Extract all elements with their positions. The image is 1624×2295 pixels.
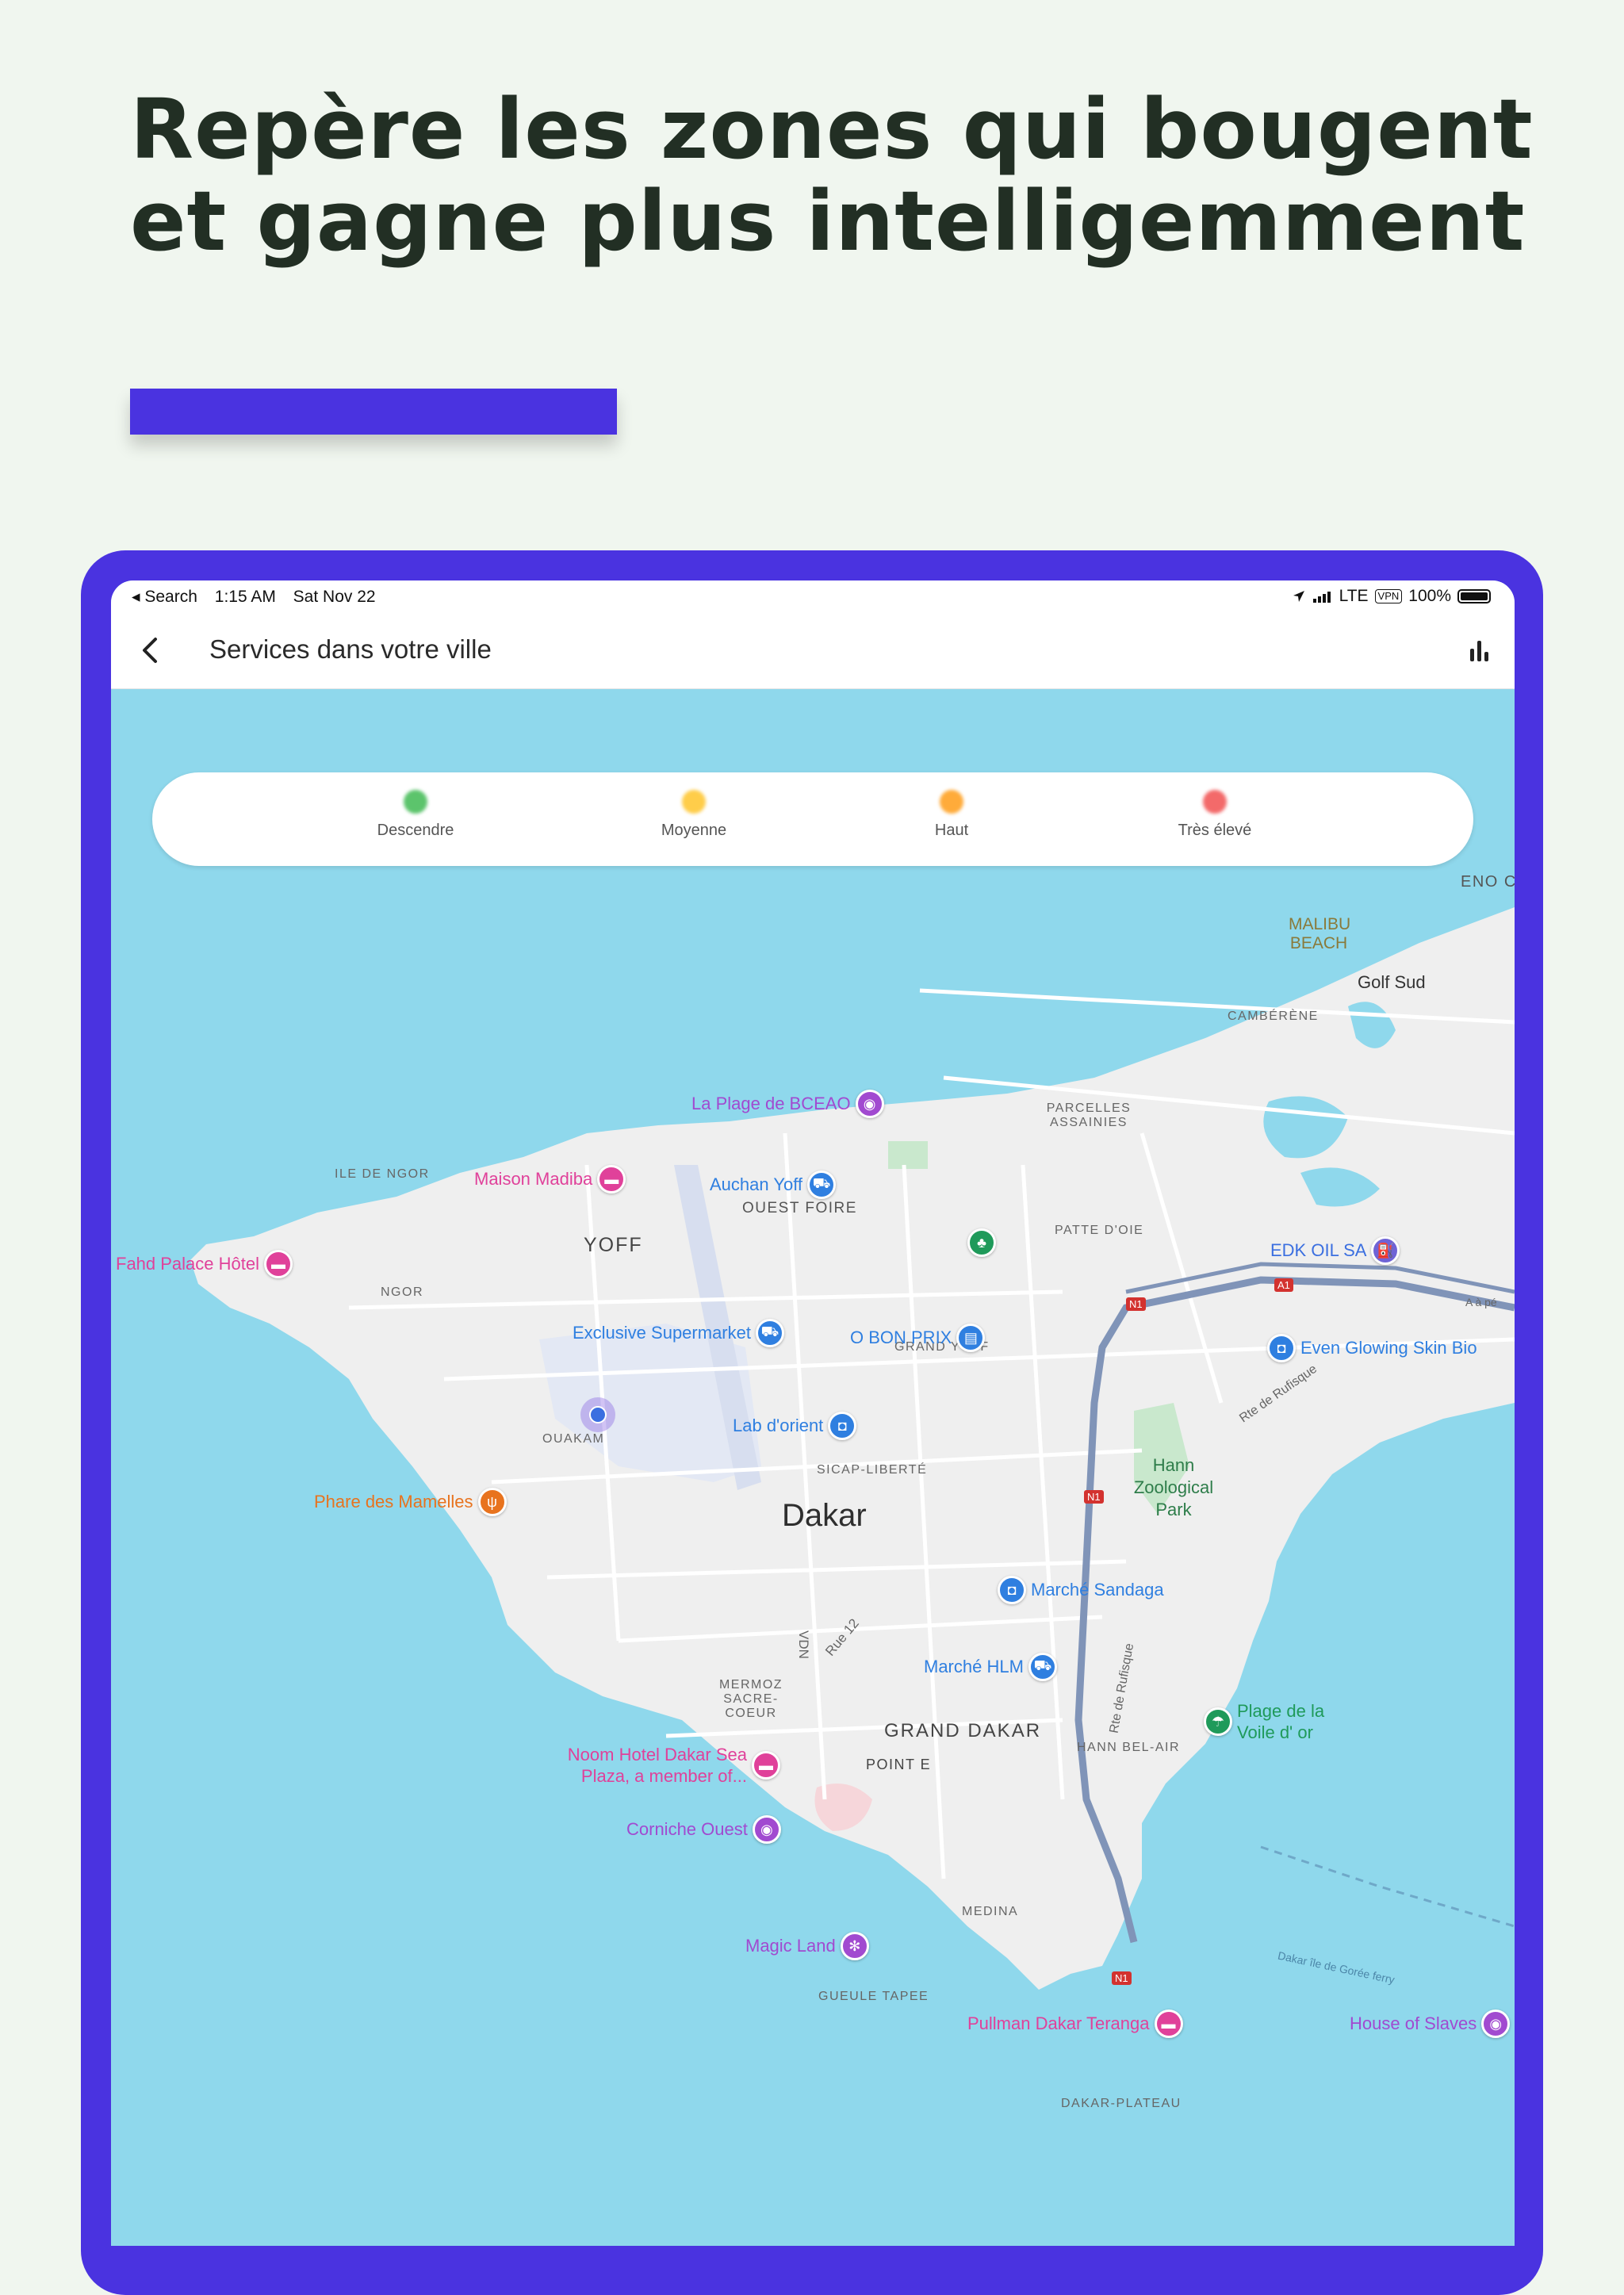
district-label: MERMOZ SACRE-COEUR [718, 1678, 783, 1720]
poi-house-of-slaves[interactable]: House of Slaves ◉ [1350, 2010, 1511, 2038]
camera-icon: ◉ [752, 1815, 781, 1844]
poi-marche-hlm[interactable]: Marché HLM ⛟ [924, 1653, 1057, 1681]
road-label: A à pé [1465, 1296, 1497, 1308]
accent-bar [130, 389, 617, 435]
poi-corniche-ouest[interactable]: Corniche Ouest ◉ [626, 1815, 781, 1844]
district-label: PARCELLES ASSAINIES [1046, 1102, 1132, 1129]
vpn-badge: VPN [1374, 589, 1403, 603]
district-label: Golf Sud [1358, 972, 1426, 992]
district-label: HANN BEL-AIR [1077, 1741, 1181, 1754]
legend-label: Haut [934, 822, 969, 839]
page-title: Services dans votre ville [209, 634, 492, 664]
district-label: CAMBÉRÈNE [1228, 1010, 1319, 1023]
bed-icon: ▬ [597, 1165, 626, 1193]
poi-park[interactable]: ♣ [967, 1228, 996, 1257]
poi-edk-oil[interactable]: EDK OIL SA ⛽ [1270, 1236, 1400, 1265]
district-label: POINT E [866, 1757, 932, 1772]
bed-icon: ▬ [1154, 2010, 1183, 2038]
poi-fahd-palace[interactable]: Fahd Palace Hôtel ▬ [116, 1250, 293, 1278]
fork-knife-icon: ψ [477, 1488, 507, 1516]
ferris-wheel-icon: ✻ [840, 1932, 869, 1960]
legend-dot-red [1203, 790, 1227, 814]
poi-phare-des-mamelles[interactable]: Phare des Mamelles ψ [314, 1488, 507, 1516]
district-label: SICAP-LIBERTÉ [817, 1463, 928, 1477]
location-arrow-icon [1293, 591, 1304, 602]
district-label: OUEST FOIRE [742, 1200, 857, 1216]
camera-icon: ◉ [1481, 2010, 1511, 2038]
poi-magic-land[interactable]: Magic Land ✻ [745, 1932, 869, 1960]
fuel-icon: ⛽ [1371, 1236, 1400, 1265]
poi-noom-hotel[interactable]: Noom Hotel Dakar Sea Plaza, a member of.… [557, 1744, 780, 1787]
back-to-search-link[interactable]: ◂ Search [132, 588, 197, 606]
battery-icon [1457, 589, 1491, 603]
poi-hann-zoological-park[interactable]: Hann Zoological Park [1118, 1454, 1229, 1521]
cart-icon: ⛟ [807, 1170, 837, 1199]
poi-auchan-yoff[interactable]: Auchan Yoff ⛟ [710, 1170, 837, 1199]
bed-icon: ▬ [752, 1751, 780, 1780]
poi-maison-madiba[interactable]: Maison Madiba ▬ [474, 1165, 626, 1193]
district-label: OUAKAM [542, 1432, 605, 1446]
poi-o-bon-prix[interactable]: O BON PRIX ▤ [850, 1324, 986, 1352]
legend-label: Moyenne [661, 822, 727, 839]
battery-percent: 100% [1408, 587, 1451, 605]
road-label: VDN [795, 1630, 811, 1659]
bed-icon: ▬ [264, 1250, 293, 1278]
camera-icon: ◉ [855, 1090, 884, 1118]
district-label: YOFF [584, 1234, 643, 1256]
district-label: ILE DE NGOR [335, 1167, 430, 1181]
poi-plage-voile-dor[interactable]: ☂ Plage de la Voile d' or [1204, 1700, 1340, 1743]
app-bar: Services dans votre ville [111, 612, 1515, 689]
legend-item-haut[interactable]: Haut [864, 790, 1039, 840]
legend-dot-orange [940, 790, 963, 814]
district-label: PATTE D'OIE [1055, 1224, 1144, 1237]
road-shield: N1 [1084, 1490, 1104, 1504]
poi-exclusive-supermarket[interactable]: Exclusive Supermarket ⛟ [573, 1319, 784, 1347]
shopping-bag-icon: ◘ [1267, 1334, 1296, 1362]
legend-label: Descendre [377, 822, 454, 839]
legend-dot-yellow [682, 790, 706, 814]
bar-chart-icon[interactable] [1464, 634, 1496, 666]
app-screen: ◂ Search 1:15 AM Sat Nov 22 LTE VPN 100%… [111, 580, 1515, 2246]
district-label: MEDINA [962, 1905, 1019, 1918]
network-type: LTE [1339, 587, 1369, 605]
district-label: GUEULE TAPEE [818, 1990, 929, 2003]
district-label: NGOR [381, 1285, 423, 1299]
district-label: MALIBU BEACH [1289, 915, 1351, 952]
back-arrow-icon[interactable] [133, 633, 168, 668]
city-label: Dakar [782, 1498, 867, 1533]
tree-icon: ♣ [967, 1228, 996, 1257]
poi-even-glowing[interactable]: ◘ Even Glowing Skin Bio [1267, 1334, 1477, 1362]
poi-pullman-dakar[interactable]: Pullman Dakar Teranga ▬ [967, 2010, 1183, 2038]
legend-item-descendre[interactable]: Descendre [328, 790, 503, 840]
district-label: DAKAR-PLATEAU [1061, 2097, 1182, 2110]
road-shield: N1 [1126, 1297, 1146, 1311]
road-shield: N1 [1112, 1971, 1132, 1985]
legend-item-tres-eleve[interactable]: Très élevé [1128, 790, 1302, 840]
shopping-bag-icon: ◘ [998, 1576, 1026, 1604]
status-time: 1:15 AM [214, 588, 276, 606]
cart-icon: ⛟ [1028, 1653, 1057, 1681]
map-view[interactable]: Descendre Moyenne Haut Très élevé ENO C … [111, 689, 1515, 2246]
headline-line-2: et gagne plus intelligemment [130, 173, 1526, 270]
headline-line-1: Repère les zones qui bougent [130, 81, 1534, 178]
legend-bar: Descendre Moyenne Haut Très élevé [152, 772, 1473, 866]
legend-item-moyenne[interactable]: Moyenne [607, 790, 781, 840]
shopping-bag-icon: ◘ [828, 1412, 857, 1440]
user-location-marker [580, 1397, 615, 1432]
status-bar: ◂ Search 1:15 AM Sat Nov 22 LTE VPN 100% [111, 580, 1515, 612]
road-shield: A1 [1274, 1278, 1293, 1292]
signal-icon [1312, 592, 1331, 603]
poi-lab-dorient[interactable]: Lab d'orient ◘ [733, 1412, 857, 1440]
district-label: ENO C [1461, 873, 1515, 891]
status-date: Sat Nov 22 [293, 588, 376, 606]
poi-plage-bceao[interactable]: La Plage de BCEAO ◉ [691, 1090, 884, 1118]
store-icon: ▤ [956, 1324, 986, 1352]
legend-dot-green [404, 790, 427, 814]
headline: Repère les zones qui bougent et gagne pl… [130, 83, 1557, 267]
legend-label: Très élevé [1178, 822, 1252, 839]
district-label: GRAND DAKAR [884, 1720, 1042, 1741]
poi-marche-sandaga[interactable]: ◘ Marché Sandaga [998, 1576, 1164, 1604]
umbrella-icon: ☂ [1204, 1707, 1232, 1736]
cart-icon: ⛟ [755, 1319, 784, 1347]
